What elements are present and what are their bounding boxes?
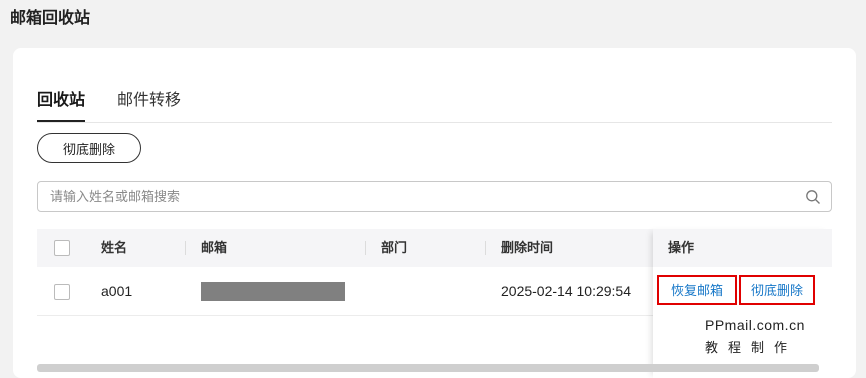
column-divider (365, 241, 366, 255)
operations-column: 操作 恢复邮箱 彻底删除 PPmail.com.cn 教程制作 (653, 229, 832, 378)
column-divider (485, 241, 486, 255)
row-purge-link[interactable]: 彻底删除 (739, 275, 815, 305)
column-header-email[interactable]: 邮箱 (201, 229, 227, 267)
select-all-checkbox[interactable] (54, 240, 70, 256)
column-header-operations: 操作 (653, 229, 832, 267)
recycle-bin-card: 回收站 邮件转移 彻底删除 姓名 邮箱 部门 删除时间 a001 2025-02… (13, 48, 856, 378)
column-header-department[interactable]: 部门 (381, 229, 407, 267)
watermark-text: PPmail.com.cn (705, 317, 805, 333)
tab-mail-transfer[interactable]: 邮件转移 (117, 86, 181, 110)
horizontal-scrollbar[interactable] (37, 364, 819, 372)
search-box (37, 181, 832, 212)
row-checkbox[interactable] (54, 284, 70, 300)
column-header-name[interactable]: 姓名 (101, 229, 127, 267)
column-divider (185, 241, 186, 255)
redacted-email (201, 282, 345, 301)
tab-recycle-bin[interactable]: 回收站 (37, 86, 86, 122)
page-title: 邮箱回收站 (10, 10, 91, 27)
cell-deleted-time: 2025-02-14 10:29:54 (501, 283, 631, 299)
watermark-caption: 教程制作 (705, 340, 798, 355)
search-input[interactable] (50, 182, 790, 211)
purge-button[interactable]: 彻底删除 (37, 133, 141, 163)
column-header-deleted-time[interactable]: 删除时间 (501, 229, 553, 267)
restore-mailbox-link[interactable]: 恢复邮箱 (657, 275, 737, 305)
tab-bar: 回收站 邮件转移 (37, 86, 832, 123)
operations-header-label: 操作 (668, 240, 695, 255)
cell-name: a001 (101, 283, 133, 299)
search-icon[interactable] (805, 189, 821, 205)
